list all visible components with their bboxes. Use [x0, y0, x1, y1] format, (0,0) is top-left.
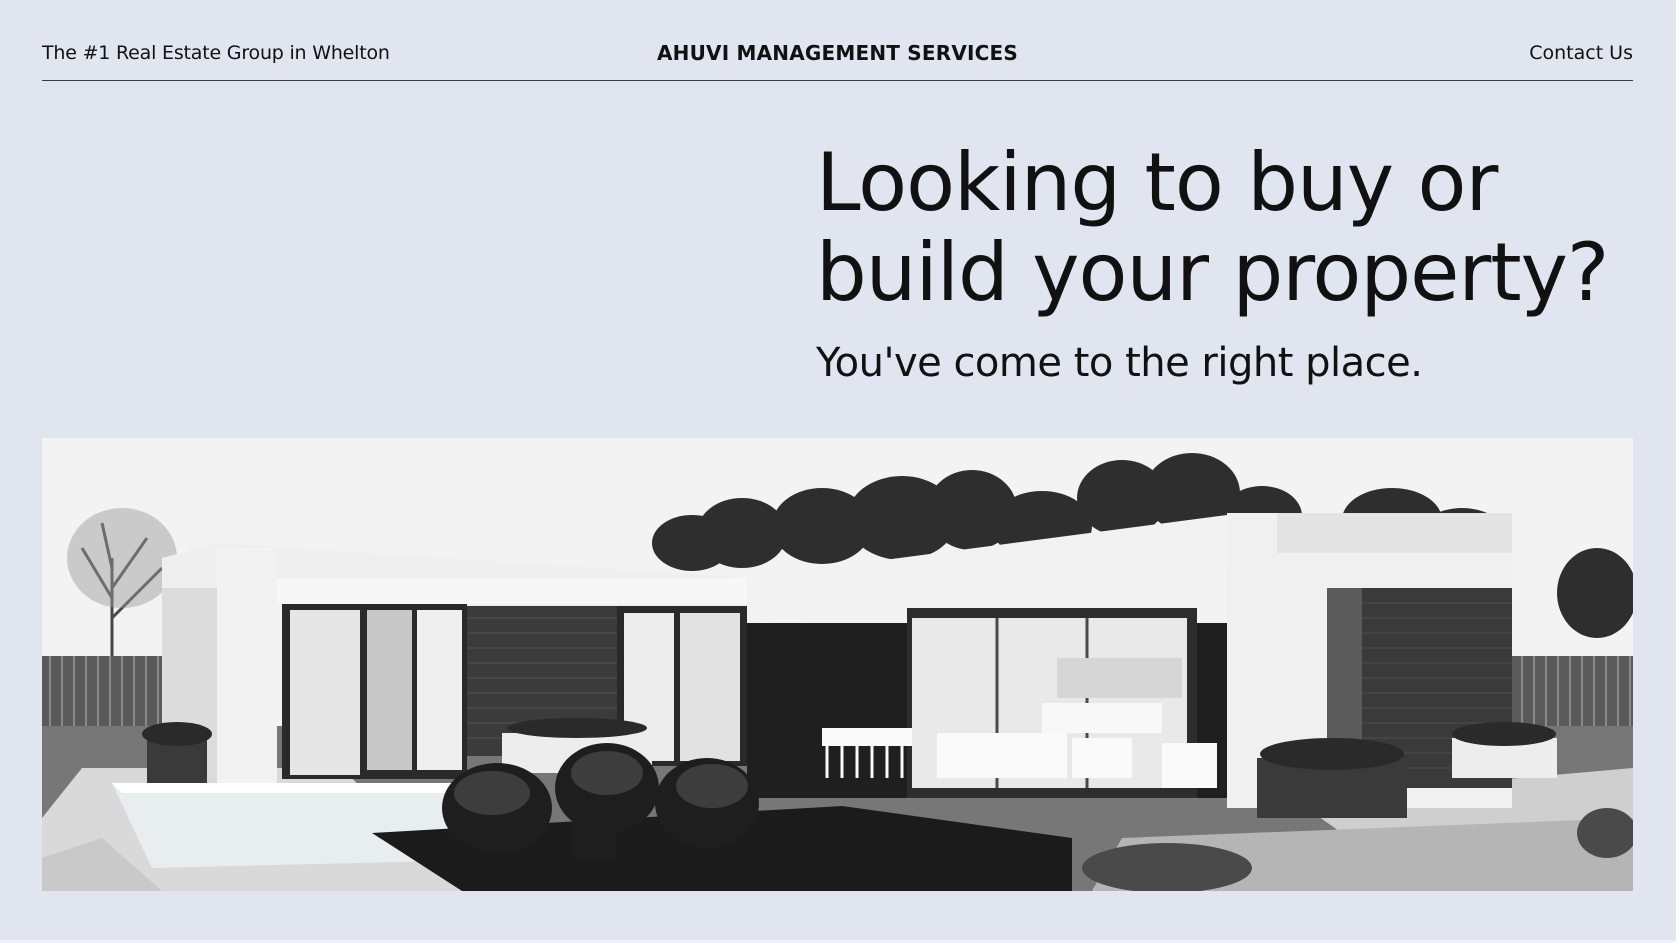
hero-headline-line-2: build your property?	[816, 226, 1609, 319]
contact-us-link[interactable]: Contact Us	[1529, 42, 1633, 64]
hero-headline: Looking to buy or build your property?	[816, 138, 1636, 318]
hero-text: Looking to buy or build your property? Y…	[816, 138, 1636, 387]
hero-headline-line-1: Looking to buy or	[816, 136, 1498, 229]
page: The #1 Real Estate Group in Whelton AHUV…	[0, 0, 1676, 943]
hero-subheadline: You've come to the right place.	[816, 340, 1423, 386]
site-header: The #1 Real Estate Group in Whelton AHUV…	[42, 34, 1633, 81]
hero-house-image	[42, 438, 1633, 891]
house-illustration	[42, 438, 1633, 891]
brand-logo-text[interactable]: AHUVI MANAGEMENT SERVICES	[42, 41, 1633, 65]
